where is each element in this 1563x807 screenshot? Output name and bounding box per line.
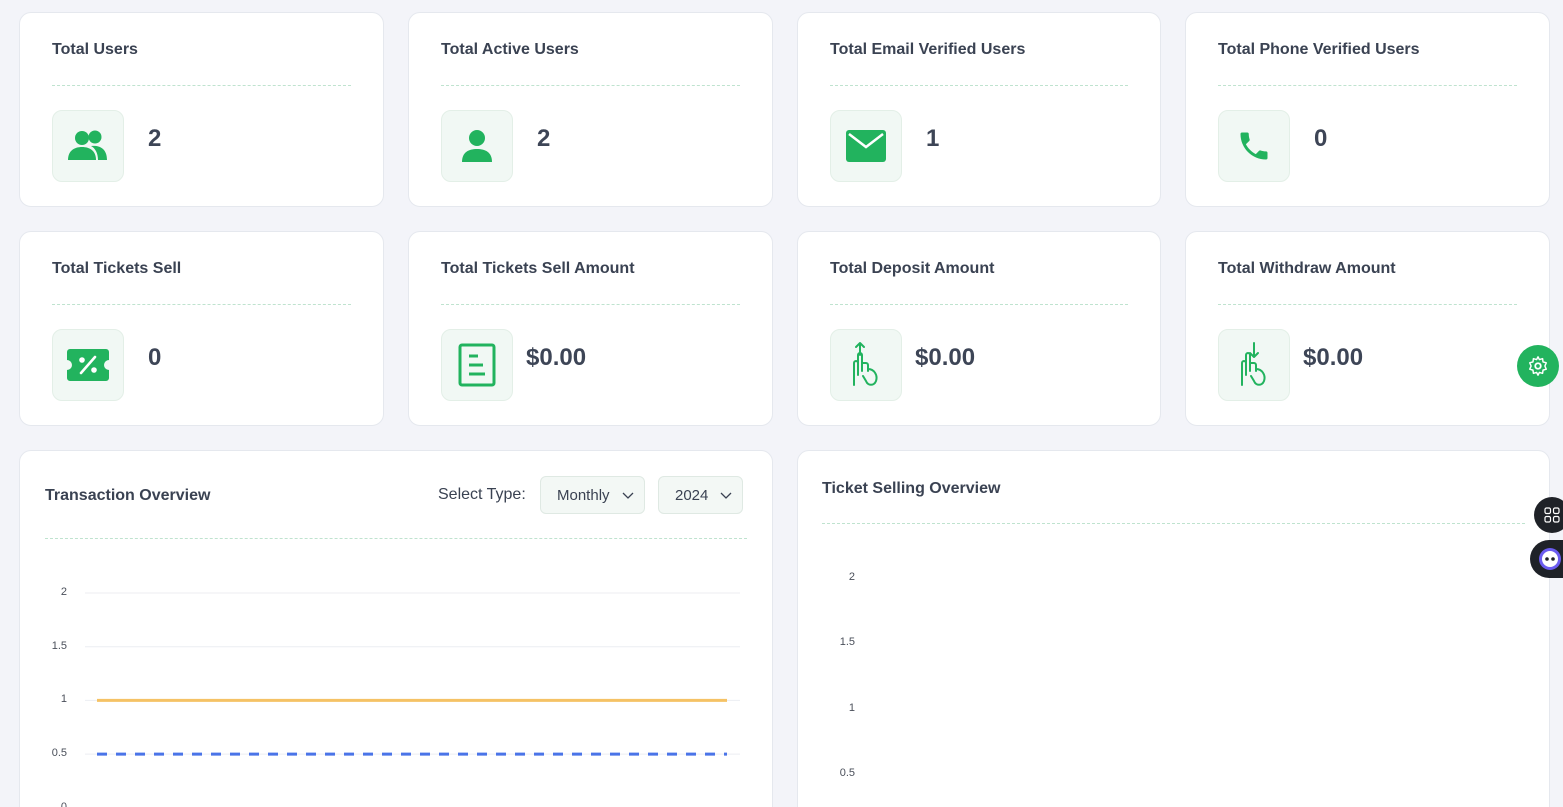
grid-icon: [1544, 507, 1560, 523]
y-tick-label: 1: [848, 701, 855, 714]
settings-button[interactable]: [1517, 345, 1559, 387]
stat-title: Total Tickets Sell: [52, 260, 182, 277]
stat-value: $0.00: [1303, 344, 1364, 371]
divider: [1218, 304, 1517, 305]
y-tick-label: 1.5: [839, 636, 855, 649]
y-tick-label: 1.5: [51, 639, 67, 652]
divider: [52, 304, 351, 305]
stat-title: Total Email Verified Users: [830, 41, 1026, 58]
assistant-button[interactable]: [1530, 540, 1563, 578]
ticket-icon: [52, 329, 124, 401]
type-select-value: Monthly: [557, 486, 610, 504]
stat-title: Total Users: [52, 41, 138, 58]
type-select[interactable]: Monthly: [540, 476, 645, 514]
y-tick-label: 2: [60, 586, 67, 598]
stat-title: Total Withdraw Amount: [1218, 260, 1396, 277]
select-type-label: Select Type:: [438, 486, 526, 503]
withdraw-hand-icon: [1218, 329, 1290, 401]
chart-title: Transaction Overview: [45, 487, 211, 504]
year-select[interactable]: 2024: [658, 476, 744, 514]
users-icon: [52, 110, 124, 182]
divider: [441, 304, 740, 305]
bot-icon: [1539, 548, 1561, 570]
divider: [830, 85, 1128, 86]
stat-card-deposit-amount: Total Deposit Amount $0.00: [797, 231, 1161, 426]
stat-card-total-users: Total Users 2: [19, 12, 384, 207]
stat-value: 2: [148, 125, 162, 152]
stat-card-withdraw-amount: Total Withdraw Amount $0.00: [1185, 231, 1550, 426]
stat-title: Total Phone Verified Users: [1218, 41, 1420, 58]
ticket-selling-overview-card: Ticket Selling Overview 2 1.5 1 0.5: [797, 450, 1550, 807]
chevron-down-icon: [720, 492, 732, 499]
stat-title: Total Deposit Amount: [830, 260, 995, 277]
divider: [52, 85, 351, 86]
user-icon: [441, 110, 513, 182]
divider: [441, 85, 740, 86]
gear-icon: [1529, 356, 1547, 376]
divider: [830, 304, 1128, 305]
document-icon: [441, 329, 513, 401]
stat-card-tickets-sell-amount: Total Tickets Sell Amount $0.00: [408, 231, 773, 426]
y-tick-label: 0: [60, 800, 67, 807]
y-tick-label: 1: [60, 693, 67, 706]
stat-card-phone-verified: Total Phone Verified Users 0: [1185, 12, 1550, 207]
year-select-value: 2024: [675, 486, 709, 504]
chart-title: Ticket Selling Overview: [822, 480, 1001, 497]
transaction-chart: [85, 592, 740, 756]
y-tick-label: 0.5: [51, 747, 67, 760]
stat-card-email-verified: Total Email Verified Users 1: [797, 12, 1161, 207]
stat-title: Total Active Users: [441, 41, 579, 58]
divider: [1218, 85, 1517, 86]
transaction-overview-card: Transaction Overview Select Type: Monthl…: [19, 450, 773, 807]
stat-value: 0: [1314, 125, 1328, 152]
y-tick-label: 0.5: [839, 766, 855, 779]
stat-card-total-active-users: Total Active Users 2: [408, 12, 773, 207]
stat-title: Total Tickets Sell Amount: [441, 260, 635, 277]
chevron-down-icon: [622, 492, 633, 499]
stat-value: 1: [926, 125, 940, 152]
phone-icon: [1218, 110, 1290, 182]
stat-card-tickets-sell: Total Tickets Sell 0: [19, 231, 384, 426]
envelope-icon: [830, 110, 902, 182]
apps-button[interactable]: [1534, 497, 1563, 533]
stat-value: $0.00: [915, 344, 976, 371]
deposit-hand-icon: [830, 329, 902, 401]
divider: [45, 538, 747, 539]
stat-value: 0: [148, 344, 162, 371]
stat-value: $0.00: [526, 344, 587, 371]
y-tick-label: 2: [848, 571, 855, 583]
stat-value: 2: [537, 125, 551, 152]
divider: [822, 523, 1525, 524]
